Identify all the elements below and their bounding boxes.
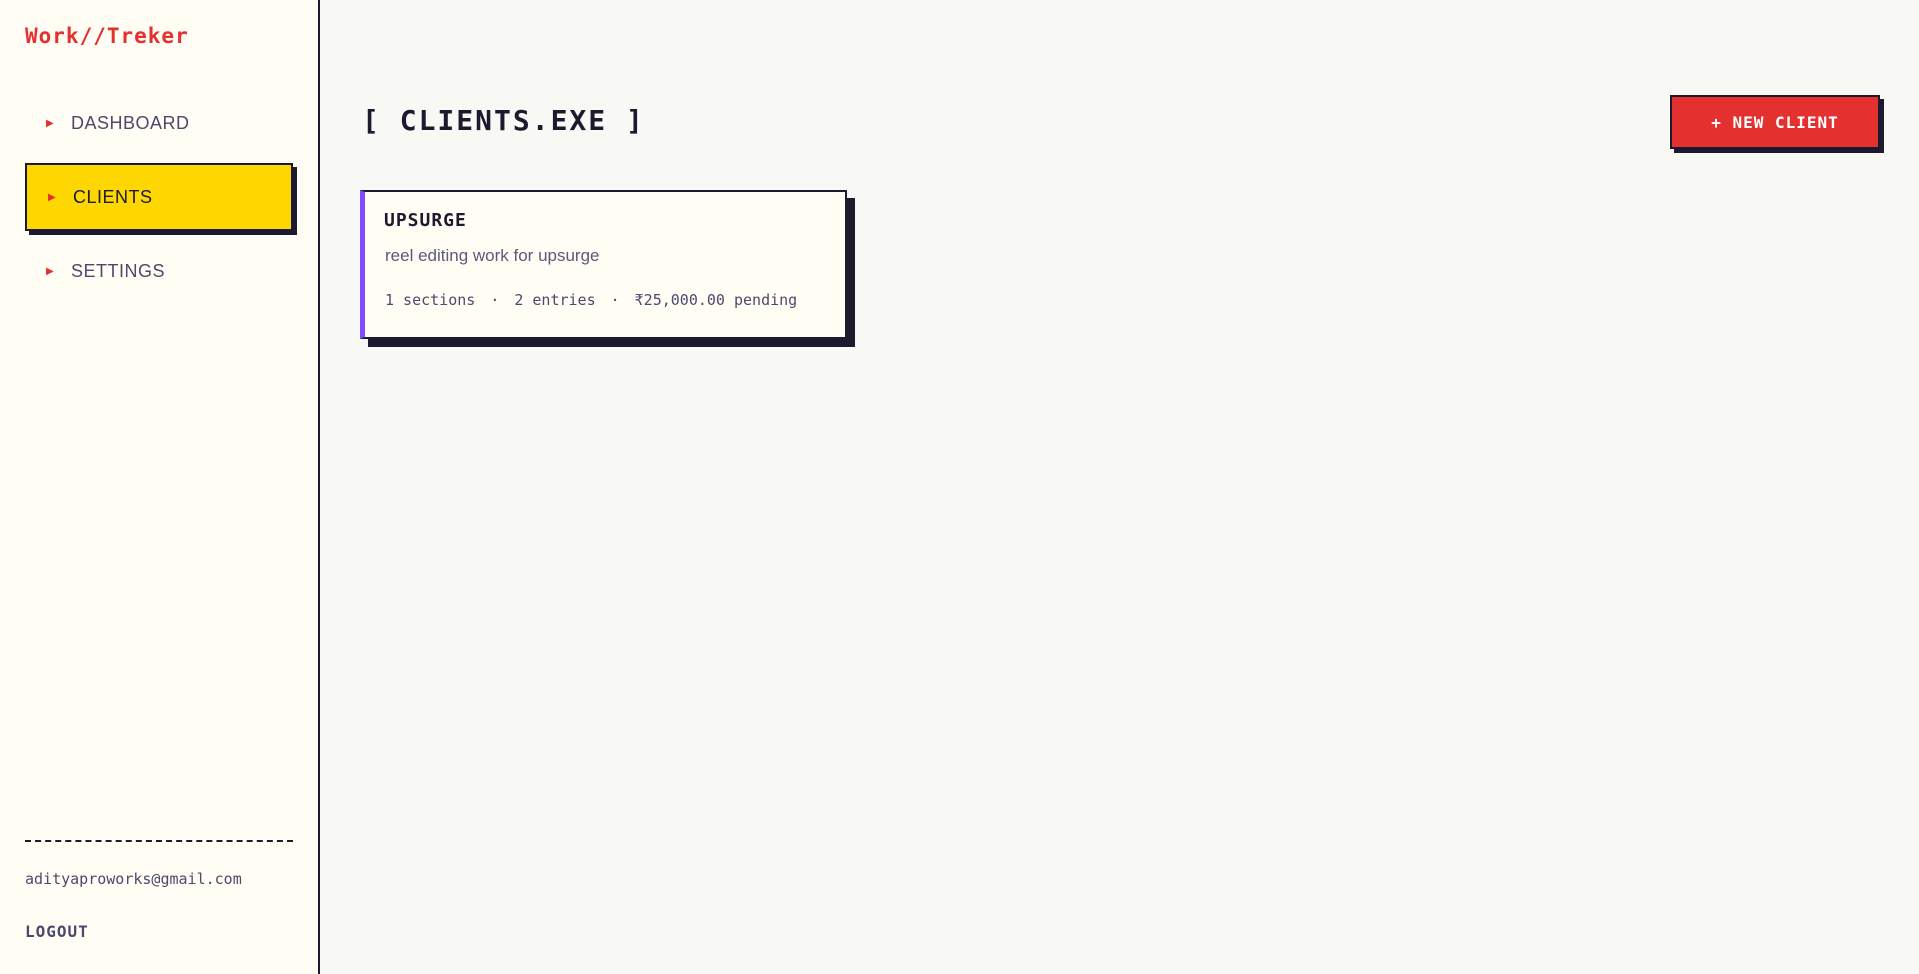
logout-button[interactable]: LOGOUT <box>25 922 89 941</box>
client-sections-count: 1 sections <box>385 291 476 309</box>
sidebar-item-dashboard[interactable]: ▶ DASHBOARD <box>25 89 293 157</box>
client-stats: 1 sections · 2 entries · ₹25,000.00 pend… <box>385 291 797 309</box>
client-entries-count: 2 entries <box>514 291 596 309</box>
sidebar: Work//Treker ▶ DASHBOARD ▶ CLIENTS ▶ SET… <box>0 0 320 974</box>
new-client-button[interactable]: + NEW CLIENT <box>1670 95 1880 149</box>
triangle-right-icon: ▶ <box>48 191 57 203</box>
sidebar-item-label: CLIENTS <box>73 186 153 207</box>
sidebar-item-label: SETTINGS <box>71 260 166 281</box>
page-title: [ CLIENTS.EXE ] <box>362 104 645 137</box>
sidebar-divider <box>25 840 293 842</box>
client-card[interactable]: UPSURGE reel editing work for upsurge 1 … <box>360 190 847 339</box>
sidebar-item-clients[interactable]: ▶ CLIENTS <box>25 163 293 231</box>
triangle-right-icon: ▶ <box>46 265 55 277</box>
app-root: Work//Treker ▶ DASHBOARD ▶ CLIENTS ▶ SET… <box>0 0 1919 974</box>
client-pending-amount: ₹25,000.00 pending <box>634 291 798 309</box>
client-name: UPSURGE <box>384 210 467 231</box>
sidebar-item-settings[interactable]: ▶ SETTINGS <box>25 237 293 305</box>
sidebar-item-label: DASHBOARD <box>71 112 190 133</box>
client-description: reel editing work for upsurge <box>385 246 600 265</box>
user-email: adityaproworks@gmail.com <box>25 870 242 888</box>
app-logo[interactable]: Work//Treker <box>25 24 189 48</box>
stats-separator: · <box>610 291 620 309</box>
stats-separator: · <box>490 291 500 309</box>
triangle-right-icon: ▶ <box>46 117 55 129</box>
